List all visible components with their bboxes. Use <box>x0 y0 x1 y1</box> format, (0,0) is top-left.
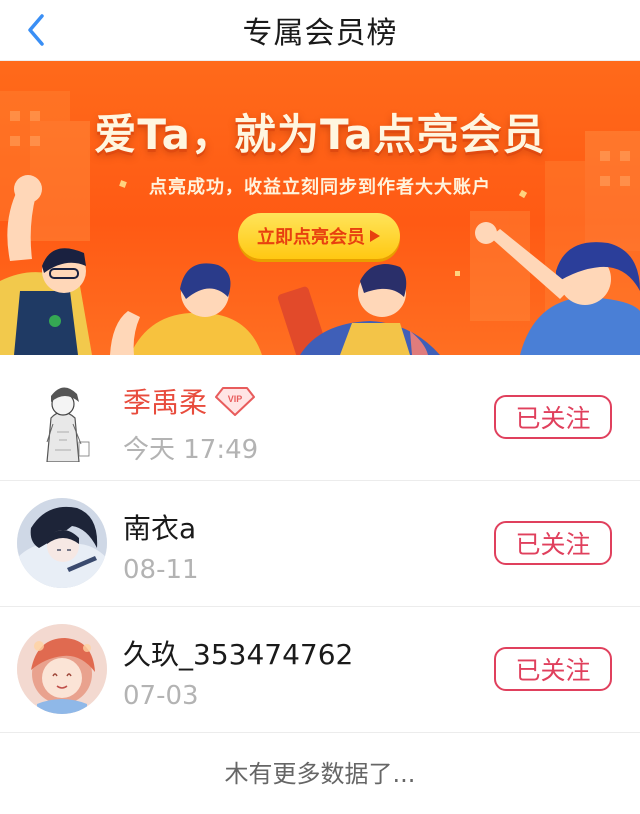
avatar-image <box>17 624 107 714</box>
avatar[interactable] <box>17 498 107 588</box>
svg-text:VIP: VIP <box>228 394 243 404</box>
page-title: 专属会员榜 <box>242 16 398 51</box>
list-item[interactable]: 季禹柔 VIP 今天 17:49 已关注 <box>0 355 640 481</box>
followed-button[interactable]: 已关注 <box>494 521 612 565</box>
page: 专属会员榜 爱Ta，就为Ta点亮会员 点亮成功，收益立刻同步到作者大大账户 立即… <box>0 0 640 814</box>
avatar-image <box>17 498 107 588</box>
member-name: 季禹柔 <box>123 386 208 419</box>
follow-time: 07-03 <box>123 681 199 711</box>
list-item[interactable]: 久玖_353474762 07-03 已关注 <box>0 607 640 733</box>
back-button[interactable] <box>14 8 58 52</box>
avatar[interactable] <box>17 372 107 462</box>
follow-time: 08-11 <box>123 555 199 585</box>
light-up-membership-button[interactable]: 立即点亮会员 <box>238 213 400 259</box>
promo-banner[interactable]: 爱Ta，就为Ta点亮会员 点亮成功，收益立刻同步到作者大大账户 立即点亮会员 <box>0 61 640 355</box>
chevron-left-icon <box>28 14 44 46</box>
follow-time: 今天 17:49 <box>123 435 259 465</box>
followed-button[interactable]: 已关注 <box>494 647 612 691</box>
banner-headline: 爱Ta，就为Ta点亮会员 <box>94 110 546 159</box>
banner-subtitle: 点亮成功，收益立刻同步到作者大大账户 <box>149 177 491 198</box>
play-triangle-icon <box>370 230 380 242</box>
no-more-data-text: 木有更多数据了... <box>224 760 416 788</box>
member-list: 季禹柔 VIP 今天 17:49 已关注 南衣a 08-11 已关注 久玖_35… <box>0 355 640 733</box>
member-name-row: 南衣a <box>123 507 196 547</box>
vip-diamond-icon: VIP <box>215 387 256 416</box>
cta-label: 立即点亮会员 <box>257 227 365 248</box>
avatar[interactable] <box>17 624 107 714</box>
nav-bar: 专属会员榜 <box>0 0 640 61</box>
avatar-image <box>17 372 107 462</box>
member-name: 南衣a <box>123 512 197 545</box>
list-item[interactable]: 南衣a 08-11 已关注 <box>0 481 640 607</box>
member-name-row: 季禹柔 VIP <box>123 381 256 421</box>
member-name-row: 久玖_353474762 <box>123 633 353 673</box>
followed-button[interactable]: 已关注 <box>494 395 612 439</box>
member-name: 久玖_353474762 <box>123 638 354 671</box>
